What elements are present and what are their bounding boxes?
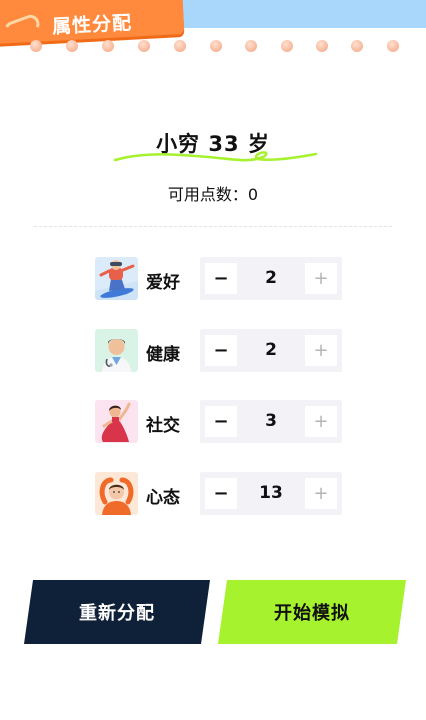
attribute-label: 爱好	[146, 273, 180, 293]
increment-button[interactable]: +	[305, 263, 337, 294]
increment-button[interactable]: +	[305, 478, 337, 509]
attribute-stepper: − 3 +	[200, 400, 342, 443]
binder-hole	[387, 40, 399, 52]
increment-button[interactable]: +	[305, 335, 337, 366]
ok-gesture-person-icon	[95, 472, 138, 515]
binder-hole	[102, 40, 114, 52]
increment-button[interactable]: +	[305, 406, 337, 437]
snowboarder-icon	[95, 257, 138, 300]
binder-hole	[281, 40, 293, 52]
attribute-row-health: 健康 − 2 +	[95, 329, 355, 373]
binder-hole	[245, 40, 257, 52]
attribute-value: 3	[265, 411, 277, 431]
attribute-row-social: 社交 − 3 +	[95, 400, 355, 444]
binder-hole	[316, 40, 328, 52]
binder-hole	[351, 40, 363, 52]
available-points: 可用点数：0	[0, 181, 426, 205]
start-simulation-button[interactable]: 开始模拟	[218, 580, 406, 644]
binder-hole	[30, 40, 42, 52]
available-points-value: 0	[247, 185, 259, 204]
attribute-label: 心态	[146, 488, 180, 508]
binder-hole	[210, 40, 222, 52]
binder-holes	[0, 40, 426, 54]
attribute-value: 13	[259, 483, 283, 503]
divider	[34, 226, 392, 227]
binder-hole	[174, 40, 186, 52]
attribute-row-mindset: 心态 − 13 +	[95, 472, 355, 516]
attribute-stepper: − 2 +	[200, 329, 342, 372]
attribute-stepper: − 2 +	[200, 257, 342, 300]
binder-hole	[66, 40, 78, 52]
attribute-label: 健康	[146, 345, 180, 365]
attribute-label: 社交	[146, 416, 180, 436]
binder-hole	[138, 40, 150, 52]
attribute-row-hobby: 爱好 − 2 +	[95, 257, 355, 301]
reset-allocation-button[interactable]: 重新分配	[24, 580, 210, 644]
attribute-stepper: − 13 +	[200, 472, 342, 515]
attribute-value: 2	[265, 340, 277, 360]
page-title: 属性分配	[51, 11, 133, 39]
doctor-icon	[95, 329, 138, 372]
name-underline-squiggle	[113, 151, 318, 162]
decrement-button[interactable]: −	[205, 335, 237, 366]
decrement-button[interactable]: −	[205, 263, 237, 294]
dancer-icon	[95, 400, 138, 443]
available-points-label: 可用点数：	[167, 185, 248, 204]
decrement-button[interactable]: −	[205, 478, 237, 509]
attribute-value: 2	[265, 268, 277, 288]
decrement-button[interactable]: −	[205, 406, 237, 437]
